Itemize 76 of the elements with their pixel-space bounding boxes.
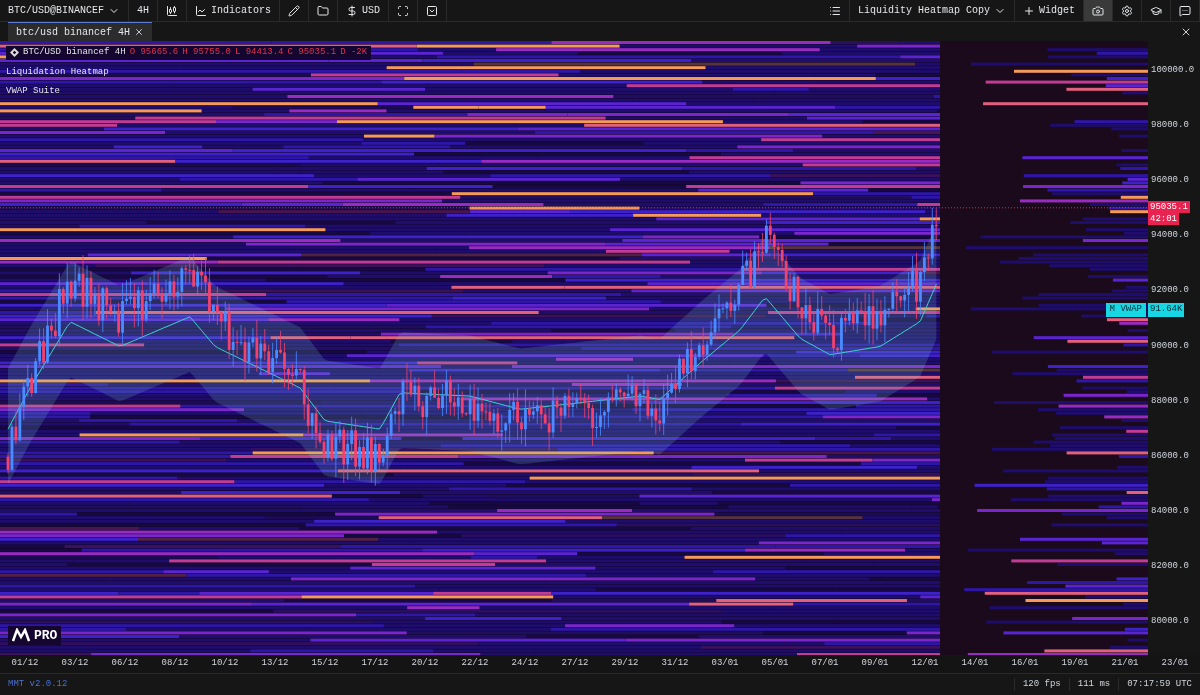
dollar-icon <box>346 4 359 17</box>
symbol-dropdown[interactable]: BTC/USD@BINANCEF <box>0 0 129 21</box>
graduation-cap-icon <box>1150 4 1162 17</box>
pencil-icon <box>288 4 301 17</box>
time-axis-label: 31/12 <box>661 657 689 671</box>
time-axis-label: 06/12 <box>111 657 139 671</box>
interval-button[interactable]: 4H <box>129 0 159 21</box>
time-axis-label: 03/01 <box>711 657 739 671</box>
ohlc-value: O 95665.6 <box>129 46 179 59</box>
price-axis-label: 96000.0 <box>1151 176 1189 186</box>
time-axis-label: 19/01 <box>1061 657 1089 671</box>
clock-label: 07:17:59 UTC <box>1118 677 1200 692</box>
ohlc-value: L 94413.4 <box>234 46 284 59</box>
layout-dropdown[interactable]: Liquidity Heatmap Copy <box>849 0 1015 21</box>
time-axis-label: 15/12 <box>311 657 339 671</box>
logo-icon <box>12 628 30 643</box>
time-axis-label: 23/01 <box>1161 657 1189 671</box>
time-axis-label: 21/01 <box>1111 657 1139 671</box>
time-axis-label: 22/12 <box>461 657 489 671</box>
price-axis-label: 90000.0 <box>1151 341 1189 351</box>
time-axis-label: 01/12 <box>11 657 39 671</box>
logo-text: PRO <box>34 626 58 645</box>
time-axis-label: 03/12 <box>61 657 89 671</box>
chart-tab[interactable]: btc/usd binancef 4H <box>8 22 153 41</box>
time-axis-label: 10/12 <box>211 657 239 671</box>
price-axis-label: 82000.0 <box>1151 561 1189 571</box>
time-axis-label: 12/01 <box>911 657 939 671</box>
current-price-label: 95035.1 <box>1148 201 1190 213</box>
time-axis-label: 05/01 <box>761 657 789 671</box>
price-axis-label: 92000.0 <box>1151 286 1189 296</box>
list-icon <box>828 4 841 17</box>
camera-button[interactable] <box>1084 0 1113 21</box>
ohlc-value: H 95755.0 <box>182 46 231 59</box>
time-axis-label: 07/01 <box>811 657 839 671</box>
price-axis-label: 100000.0 <box>1151 66 1195 75</box>
price-axis-label: 86000.0 <box>1151 451 1189 461</box>
time-axis-label: 20/12 <box>411 657 439 671</box>
chat-icon <box>1179 4 1191 17</box>
fullscreen-icon <box>397 4 410 17</box>
plus-icon <box>1023 4 1035 17</box>
currency-button[interactable]: USD <box>338 0 390 21</box>
candlestick-icon <box>166 4 179 17</box>
chevron-down-square-icon <box>426 4 439 17</box>
fps-label: 120 fps <box>1013 677 1069 692</box>
time-axis-label: 09/01 <box>861 657 889 671</box>
latency-label: 111 ms <box>1068 677 1119 692</box>
indicator-label[interactable]: VWAP Suite <box>6 85 372 99</box>
time-axis-label: 16/01 <box>1011 657 1039 671</box>
settings-icon <box>1121 4 1133 17</box>
vwap-label: M VWAP <box>1105 303 1146 317</box>
ohlc-value: D -2K <box>340 46 368 59</box>
time-axis-label: 17/12 <box>361 657 389 671</box>
indicators-button[interactable]: Indicators <box>187 0 281 21</box>
indicator-label[interactable]: Liquidation Heatmap <box>6 65 372 79</box>
close-icon[interactable] <box>1180 26 1192 38</box>
price-axis-label: 88000.0 <box>1151 396 1189 406</box>
time-axis-label: 27/12 <box>561 657 589 671</box>
close-icon[interactable] <box>134 27 145 37</box>
price-axis-label: 80000.0 <box>1151 617 1189 626</box>
symbol-title: BTC/USD binancef 4H <box>23 46 126 59</box>
version-label: MMT v2.0.12 <box>7 677 69 691</box>
ohlc-value: C 95035.1 <box>287 46 337 59</box>
time-axis-label: 08/12 <box>161 657 189 671</box>
price-axis-label: 98000.0 <box>1151 121 1189 131</box>
folder-icon <box>317 4 330 17</box>
price-axis-label: 94000.0 <box>1151 231 1189 241</box>
time-axis-label: 14/01 <box>961 657 989 671</box>
price-axis-label: 84000.0 <box>1151 506 1189 516</box>
time-axis-label: 24/12 <box>511 657 539 671</box>
time-axis-label: 13/12 <box>261 657 289 671</box>
time-axis-label: 29/12 <box>611 657 639 671</box>
camera-icon <box>1092 4 1104 17</box>
line-chart-icon <box>195 4 208 17</box>
diamond-icon <box>10 48 19 58</box>
countdown-label: 42:01 <box>1148 213 1179 225</box>
vwap-value-label: 91.64K <box>1148 303 1185 317</box>
